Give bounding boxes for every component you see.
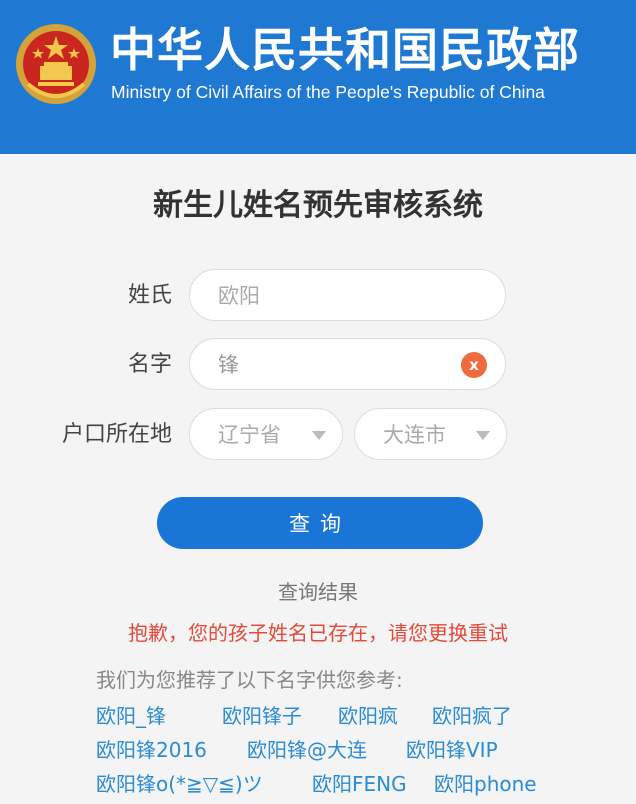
error-message: 抱歉，您的孩子姓名已存在，请您更换重试: [128, 621, 508, 645]
page-title: 新生儿姓名预先审核系统: [153, 188, 483, 223]
ministry-title: 中华人民共和国民政部: [110, 23, 580, 77]
chevron-down-icon: [476, 431, 490, 440]
city-select[interactable]: 大连市: [354, 408, 507, 460]
suggested-name-link[interactable]: 欧阳phone: [434, 770, 537, 798]
surname-label: 姓氏: [127, 283, 172, 308]
result-heading: 查询结果: [278, 580, 358, 604]
ministry-subtitle: Ministry of Civil Affairs of the People'…: [111, 82, 545, 102]
suggested-name-link[interactable]: 欧阳锋@大连: [247, 736, 367, 764]
province-select[interactable]: 辽宁省: [189, 408, 343, 460]
given-name-value: 锋: [218, 353, 239, 377]
suggested-name-link[interactable]: 欧阳锋VIP: [406, 736, 498, 764]
province-value: 辽宁省: [218, 423, 281, 447]
given-name-label: 名字: [127, 352, 172, 377]
clear-icon[interactable]: x: [461, 352, 487, 378]
query-button[interactable]: 查询: [157, 497, 483, 549]
chevron-down-icon: [312, 431, 326, 440]
suggested-name-link[interactable]: 欧阳疯: [338, 702, 398, 730]
suggestion-intro: 我们为您推荐了以下名字供您参考:: [96, 668, 403, 692]
suggested-name-link[interactable]: 欧阳_锋: [96, 702, 166, 730]
hukou-label: 户口所在地: [61, 422, 172, 447]
given-name-input[interactable]: 锋 x: [189, 338, 506, 390]
suggested-name-link[interactable]: 欧阳疯了: [432, 702, 512, 730]
national-emblem-icon: [16, 24, 96, 104]
suggested-name-link[interactable]: 欧阳锋子: [222, 702, 302, 730]
city-value: 大连市: [383, 423, 446, 447]
header-banner: 中华人民共和国民政部 Ministry of Civil Affairs of …: [0, 0, 636, 154]
suggested-name-link[interactable]: 欧阳FENG: [312, 770, 407, 798]
suggested-name-link[interactable]: 欧阳锋2016: [96, 736, 207, 764]
suggested-name-link[interactable]: 欧阳锋o(*≧▽≦)ツ: [96, 770, 263, 798]
surname-value: 欧阳: [218, 284, 260, 308]
surname-input[interactable]: 欧阳: [189, 269, 506, 321]
